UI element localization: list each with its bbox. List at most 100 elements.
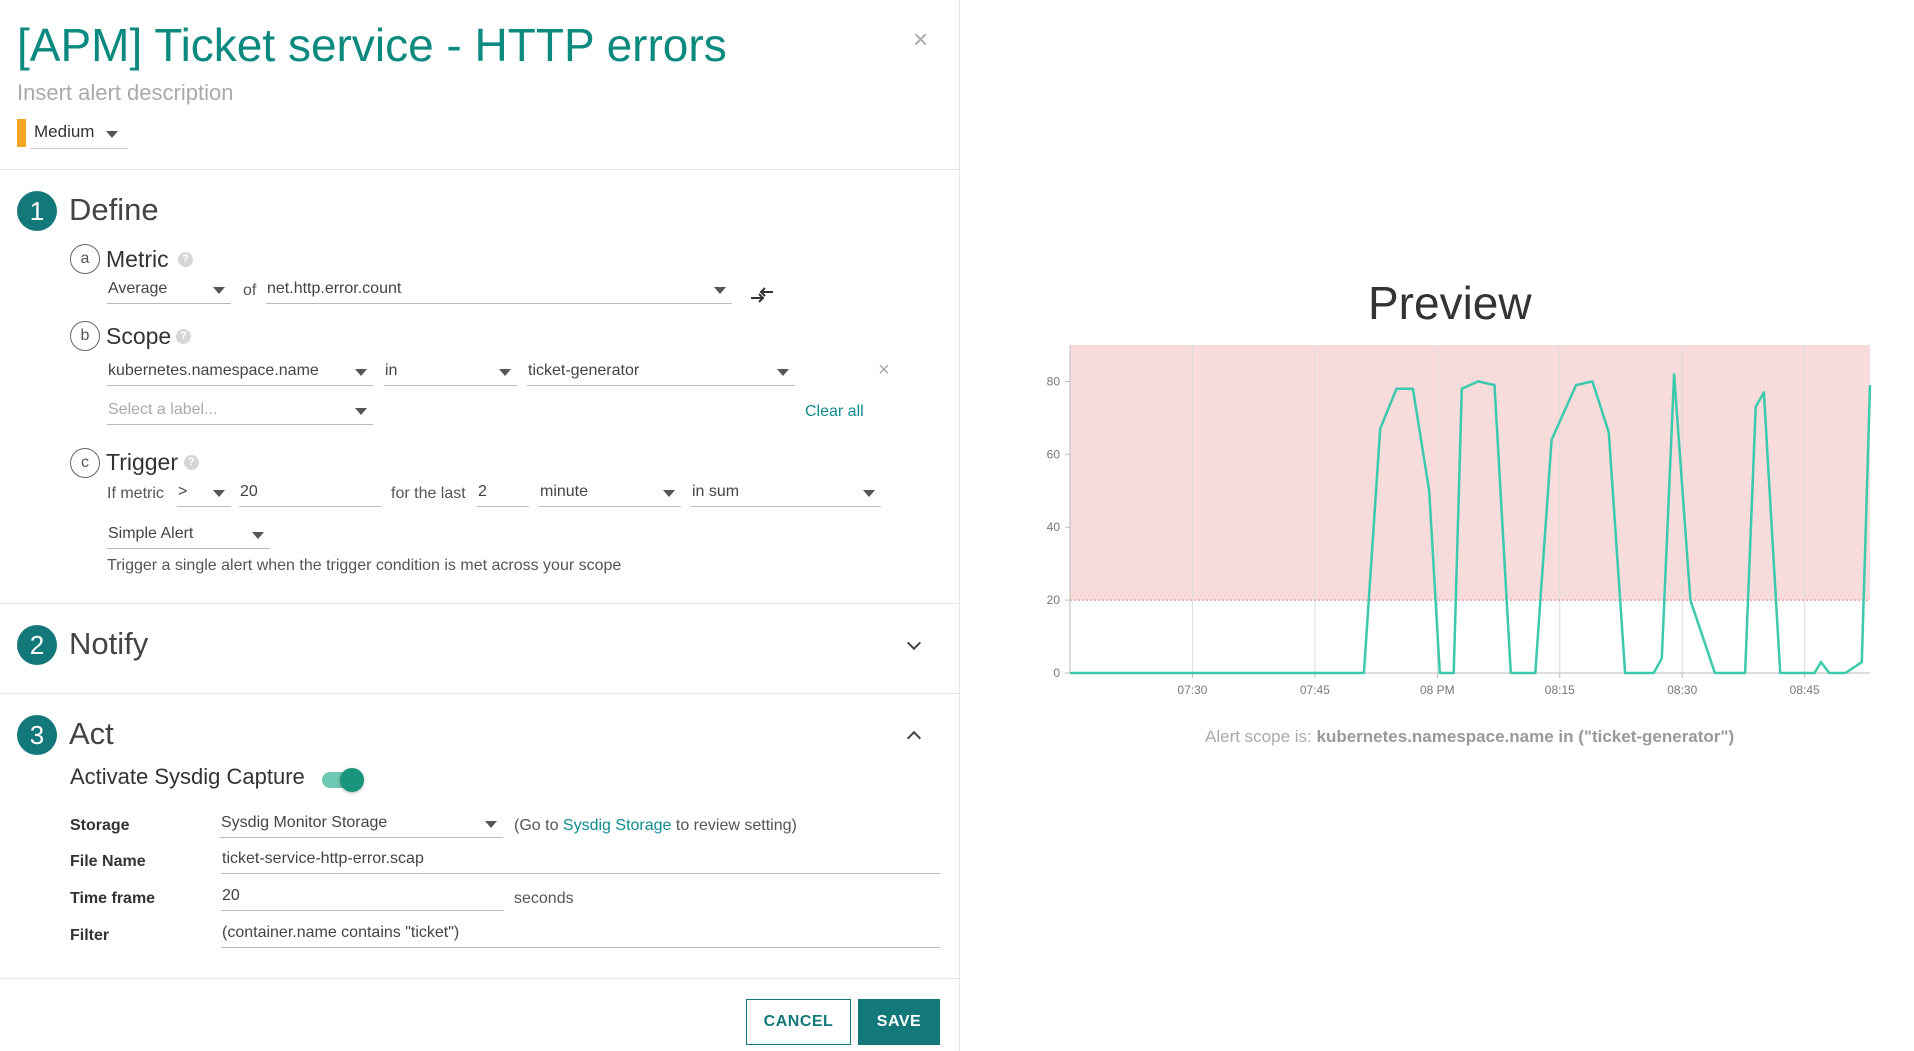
save-button[interactable]: SAVE [858, 999, 940, 1045]
alert-form-panel: [APM] Ticket service - HTTP errors × Ins… [0, 0, 960, 1051]
scope-add-label-placeholder: Select a label... [108, 401, 218, 418]
section-title-notify[interactable]: Notify [69, 626, 148, 662]
storage-value: Sysdig Monitor Storage [221, 814, 388, 831]
alert-scope-text: Alert scope is: kubernetes.namespace.nam… [1205, 727, 1734, 747]
preview-title: Preview [1368, 277, 1532, 329]
step-number-notify: 2 [17, 625, 57, 665]
metric-aggregation-select[interactable]: Average [107, 278, 231, 304]
scope-label-select[interactable]: kubernetes.namespace.name [107, 360, 373, 386]
scope-value: ticket-generator [528, 362, 640, 379]
trigger-comparator-select[interactable]: > [177, 481, 231, 507]
clear-all-link[interactable]: Clear all [805, 403, 864, 421]
metric-name-value: net.http.error.count [267, 280, 402, 297]
time-frame-unit: seconds [514, 890, 574, 907]
time-frame-label: Time frame [70, 890, 156, 907]
divider [0, 978, 960, 979]
trigger-mode-value: in sum [692, 483, 740, 500]
chevron-down-icon [106, 131, 118, 138]
alert-scope-value: kubernetes.namespace.name in ("ticket-ge… [1316, 727, 1735, 746]
close-icon[interactable]: × [913, 24, 928, 55]
y-tick-label: 20 [1047, 593, 1061, 607]
capture-toggle[interactable] [322, 768, 366, 792]
chevron-down-icon [213, 287, 225, 294]
help-icon[interactable]: ? [184, 455, 199, 470]
divider [0, 169, 960, 170]
metric-title: Metric [106, 246, 169, 272]
scope-value-select[interactable]: ticket-generator [527, 360, 795, 386]
trigger-unit-value: minute [540, 483, 589, 500]
metric-aggregation-value: Average [108, 280, 168, 297]
storage-hint-suffix: to review setting) [675, 817, 797, 834]
chevron-down-icon [714, 287, 726, 294]
chevron-down-icon [777, 369, 789, 376]
time-frame-input[interactable]: 20 [221, 885, 504, 911]
y-tick-label: 60 [1047, 447, 1061, 461]
x-tick-label: 08:30 [1667, 683, 1697, 697]
cancel-button[interactable]: CANCEL [746, 999, 851, 1045]
storage-hint-prefix: (Go to [514, 817, 559, 834]
y-tick-label: 0 [1053, 666, 1060, 680]
storage-label: Storage [70, 817, 130, 834]
x-tick-label: 07:45 [1300, 683, 1330, 697]
divider [0, 603, 960, 604]
scope-add-label-select[interactable]: Select a label... [107, 399, 373, 425]
metric-of-label: of [243, 282, 257, 299]
x-tick-label: 08 PM [1420, 683, 1455, 697]
swap-icon[interactable] [750, 286, 774, 304]
sub-step-scope-letter: b [70, 321, 100, 351]
help-icon[interactable]: ? [178, 252, 193, 267]
alert-type-select[interactable]: Simple Alert [107, 523, 270, 549]
step-number-define: 1 [17, 191, 57, 231]
alert-editor: [APM] Ticket service - HTTP errors × Ins… [0, 0, 1914, 1051]
divider [0, 693, 960, 694]
alert-scope-prefix: Alert scope is: [1205, 727, 1312, 746]
chevron-down-icon [485, 821, 497, 828]
step-number-act: 3 [17, 715, 57, 755]
alert-description-input[interactable]: Insert alert description [17, 80, 233, 106]
chevron-up-icon[interactable] [906, 730, 922, 746]
storage-hint: (Go to Sysdig Storage to review setting) [514, 817, 797, 835]
scope-operator-select[interactable]: in [384, 360, 517, 386]
section-title-define: Define [69, 192, 159, 227]
chevron-down-icon [355, 408, 367, 415]
alert-type-description: Trigger a single alert when the trigger … [107, 557, 622, 574]
trigger-unit-select[interactable]: minute [539, 481, 681, 507]
trigger-title: Trigger [106, 449, 178, 475]
severity-select[interactable]: Medium [30, 119, 128, 149]
toggle-knob [340, 768, 364, 792]
trigger-duration-input[interactable]: 2 [477, 481, 529, 507]
severity-color-bar [17, 119, 26, 147]
sysdig-storage-link[interactable]: Sysdig Storage [563, 817, 672, 834]
section-title-act[interactable]: Act [69, 716, 114, 752]
chevron-down-icon [863, 490, 875, 497]
scope-title: Scope [106, 323, 172, 349]
x-tick-label: 08:45 [1790, 683, 1820, 697]
chevron-down-icon[interactable] [906, 635, 922, 651]
x-tick-label: 08:15 [1545, 683, 1575, 697]
chevron-down-icon [663, 490, 675, 497]
filter-label: Filter [70, 927, 110, 944]
chevron-down-icon [213, 490, 225, 497]
remove-scope-icon[interactable]: × [878, 359, 890, 382]
file-name-input[interactable]: ticket-service-http-error.scap [221, 848, 940, 874]
chevron-down-icon [252, 532, 264, 539]
help-icon[interactable]: ? [176, 329, 191, 344]
if-metric-label: If metric [107, 485, 164, 502]
alert-title[interactable]: [APM] Ticket service - HTTP errors [17, 18, 727, 72]
preview-panel: Preview 0 20 40 60 80 07:30 07:45 08 PM 08:15 08:… [961, 0, 1914, 1051]
chevron-down-icon [499, 369, 511, 376]
trigger-mode-select[interactable]: in sum [691, 481, 881, 507]
storage-select[interactable]: Sysdig Monitor Storage [220, 812, 503, 838]
sub-step-metric-letter: a [70, 244, 100, 274]
x-tick-label: 07:30 [1177, 683, 1207, 697]
for-the-last-label: for the last [391, 485, 466, 502]
sub-step-trigger-letter: c [70, 448, 100, 478]
trigger-comparator-value: > [178, 483, 188, 500]
scope-label-value: kubernetes.namespace.name [108, 362, 319, 379]
chevron-down-icon [355, 369, 367, 376]
preview-chart: 0 20 40 60 80 07:30 07:45 08 PM 08:15 08:30 08:45 [1047, 345, 1872, 697]
metric-name-select[interactable]: net.http.error.count [266, 278, 732, 304]
alert-type-value: Simple Alert [108, 525, 194, 542]
trigger-threshold-input[interactable]: 20 [239, 481, 381, 507]
filter-input[interactable]: (container.name contains "ticket") [221, 922, 940, 948]
